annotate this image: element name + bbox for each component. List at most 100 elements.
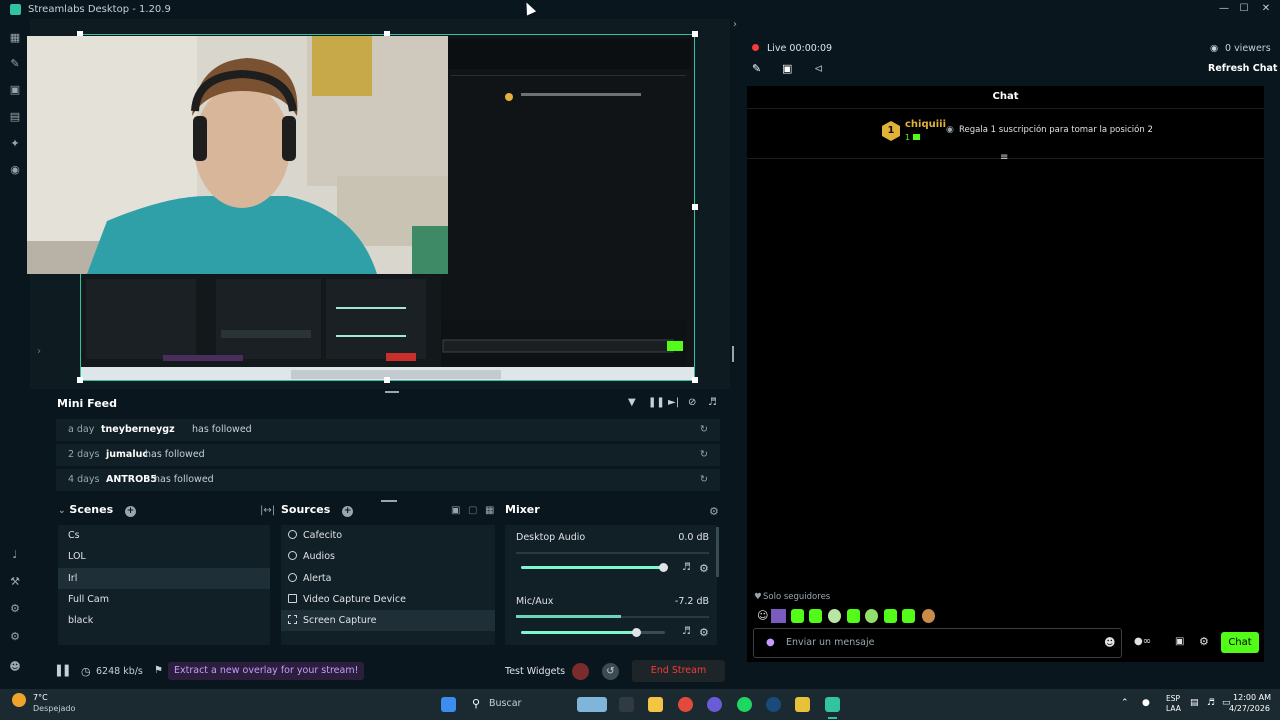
source-item[interactable]: Audios xyxy=(281,546,495,567)
add-scene-icon[interactable]: + xyxy=(124,506,136,517)
share-icon[interactable]: ⊲ xyxy=(814,62,823,75)
properties-icon[interactable]: ▦ xyxy=(485,505,494,516)
slider-knob[interactable] xyxy=(632,628,641,637)
emote-icon[interactable] xyxy=(791,609,804,623)
file-explorer-icon[interactable] xyxy=(648,697,663,712)
highlighter-icon[interactable]: ✦ xyxy=(9,138,21,150)
panel-resize-handle[interactable] xyxy=(381,500,397,502)
gear-icon[interactable]: ⚙ xyxy=(699,562,709,575)
resize-handle[interactable] xyxy=(732,346,734,362)
emote-icon[interactable] xyxy=(884,609,897,623)
pencil-icon[interactable]: ✎ xyxy=(752,62,761,75)
editor-icon[interactable]: ▦ xyxy=(9,32,21,44)
tools-icon[interactable]: ⚙ xyxy=(9,603,21,615)
remove-icon[interactable]: ▢ xyxy=(468,505,477,516)
link-icon[interactable]: ⚒ xyxy=(9,576,21,588)
expand-chevron-icon[interactable]: › xyxy=(37,346,41,357)
resize-handle[interactable] xyxy=(77,377,83,383)
scene-item[interactable]: black xyxy=(58,610,270,631)
close-icon[interactable]: ✕ xyxy=(1258,3,1274,15)
streamlabs-taskbar-icon[interactable] xyxy=(825,697,840,712)
emoji-icon[interactable]: ☻ xyxy=(1104,636,1115,649)
replay-icon[interactable]: ↻ xyxy=(700,419,708,441)
gear-icon[interactable]: ⚙ xyxy=(709,505,719,518)
mic-icon[interactable]: ● xyxy=(766,637,775,648)
record-button[interactable] xyxy=(572,663,589,680)
taskbar-search[interactable]: Buscar xyxy=(489,698,521,709)
emote-icon[interactable] xyxy=(771,609,786,623)
emote-icon[interactable]: ☺ xyxy=(757,609,768,622)
resize-handle[interactable] xyxy=(692,204,698,210)
dashboard-icon[interactable]: ♩ xyxy=(9,549,21,561)
resize-handle[interactable] xyxy=(692,31,698,37)
scene-item[interactable]: LOL xyxy=(58,546,270,567)
chrome-icon[interactable] xyxy=(678,697,693,712)
emote-icon[interactable] xyxy=(922,609,935,623)
stats-icon[interactable]: ▌▌ xyxy=(57,666,72,677)
gear-icon[interactable]: ⚙ xyxy=(699,626,709,639)
emote-icon[interactable] xyxy=(828,609,841,623)
scene-item[interactable]: Full Cam xyxy=(58,589,270,610)
notification-icon[interactable]: ⚑ xyxy=(154,665,163,676)
speaker-icon[interactable]: ♬ xyxy=(1207,698,1215,708)
emote-icon[interactable] xyxy=(809,609,822,623)
apps-icon[interactable]: ◉ xyxy=(9,164,21,176)
replay-icon[interactable]: ↻ xyxy=(700,469,708,491)
language-secondary[interactable]: LAA xyxy=(1166,704,1181,713)
themes-icon[interactable]: ✎ xyxy=(9,58,21,70)
minimize-icon[interactable]: — xyxy=(1216,3,1232,15)
collapse-chevron-icon[interactable]: ⌄ xyxy=(58,506,66,516)
webcam-feed[interactable] xyxy=(27,36,448,274)
mute-icon[interactable]: ⊘ xyxy=(688,397,696,408)
steam-icon[interactable] xyxy=(766,697,781,712)
chat-input[interactable]: ● Enviar un mensaje ☻ xyxy=(753,628,1122,658)
store-icon[interactable]: ▣ xyxy=(1175,636,1184,647)
add-source-icon[interactable]: + xyxy=(342,506,354,517)
scene-item[interactable]: Irl xyxy=(58,568,270,589)
windows-start-icon[interactable] xyxy=(441,697,456,712)
emote-icon[interactable] xyxy=(902,609,915,623)
end-stream-button[interactable]: End Stream xyxy=(632,660,725,682)
emote-icon[interactable] xyxy=(865,609,878,623)
points-icon[interactable]: ●∞ xyxy=(1134,636,1151,647)
discord-icon[interactable] xyxy=(707,697,722,712)
profile-icon[interactable]: ☻ xyxy=(9,661,21,673)
replay-icon[interactable]: ↻ xyxy=(700,444,708,466)
pinned-arrow-icon[interactable]: ≡ xyxy=(1000,152,1008,163)
widget-icon[interactable] xyxy=(577,697,607,712)
filter-icon[interactable]: ▼ xyxy=(628,397,636,408)
mic-icon[interactable]: ● xyxy=(1142,698,1150,708)
maximize-icon[interactable]: ☐ xyxy=(1236,3,1252,15)
volume-slider[interactable] xyxy=(521,628,665,637)
gear-icon[interactable]: ⚙ xyxy=(1199,635,1209,648)
refresh-chat-button[interactable]: Refresh Chat xyxy=(1208,63,1277,74)
tray-chevron-icon[interactable]: ⌃ xyxy=(1121,698,1129,708)
source-item[interactable]: Video Capture Device xyxy=(281,589,495,610)
speaker-icon[interactable]: ♬ xyxy=(682,626,691,637)
scene-item[interactable]: Cs xyxy=(58,525,270,546)
emote-icon[interactable] xyxy=(847,609,860,623)
chat-send-button[interactable]: Chat xyxy=(1221,632,1259,653)
overlay-promo[interactable]: Extract a new overlay for your stream! xyxy=(168,662,365,680)
task-view-icon[interactable] xyxy=(619,697,634,712)
volume-icon[interactable]: ♬ xyxy=(708,397,717,408)
camera-icon[interactable]: ▣ xyxy=(782,62,792,75)
store-icon[interactable]: ▣ xyxy=(9,84,21,96)
slider-knob[interactable] xyxy=(659,563,668,572)
resize-handle[interactable] xyxy=(692,377,698,383)
scrollbar[interactable] xyxy=(716,527,719,577)
weather-icon[interactable] xyxy=(12,693,26,707)
source-item[interactable]: Screen Capture xyxy=(281,610,495,631)
replay-buffer-button[interactable]: ↺ xyxy=(602,663,619,680)
spotify-icon[interactable] xyxy=(737,697,752,712)
resize-handle[interactable] xyxy=(384,377,390,383)
taskbar-time[interactable]: 12:00 AM xyxy=(1233,693,1271,702)
pause-icon[interactable]: ❚❚ xyxy=(648,397,665,408)
layout-icon[interactable]: ▤ xyxy=(9,111,21,123)
volume-slider[interactable] xyxy=(521,563,668,572)
collapse-chevron-icon[interactable]: › xyxy=(733,19,739,31)
source-item[interactable]: Alerta xyxy=(281,568,495,589)
chat-username[interactable]: chiquiii xyxy=(905,119,946,130)
language-primary[interactable]: ESP xyxy=(1166,694,1180,703)
taskbar-date[interactable]: 4/27/2026 xyxy=(1229,704,1270,713)
